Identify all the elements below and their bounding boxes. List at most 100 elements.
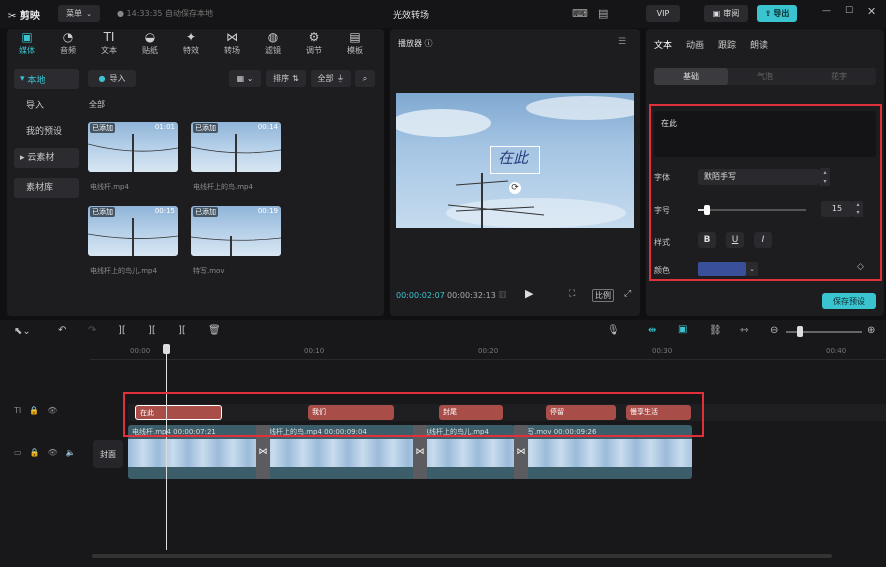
inspector-tabs: 文本 动画 跟踪 朗读 — [654, 38, 768, 51]
save-preset-button[interactable]: 保存预设 — [822, 293, 876, 309]
autosave-text: 14:33:35 自动保存本地 — [126, 9, 214, 18]
close-icon[interactable]: ✕ — [867, 5, 876, 18]
import-label: 导入 — [109, 74, 126, 83]
player-menu-icon[interactable]: ☰ — [618, 37, 626, 47]
maximize-icon[interactable]: ☐ — [845, 6, 853, 16]
inspector-highlight-box — [649, 104, 882, 281]
tab-animation[interactable]: 动画 — [686, 38, 704, 51]
player-title-text: 播放器 — [398, 39, 422, 48]
filter-icon: ◍ — [267, 30, 279, 44]
section-title: 全部 — [89, 100, 105, 109]
microphone-icon[interactable]: 🎙 — [607, 325, 620, 337]
main-track-link-icon[interactable]: ⇹ — [648, 325, 656, 337]
timeline-scrollbar[interactable] — [92, 554, 832, 558]
preview-canvas[interactable]: 在此 ⟳ — [396, 93, 634, 228]
preview-axis-icon[interactable]: ⇿ — [740, 325, 748, 337]
menu-button[interactable]: 菜单 ⌄ — [58, 5, 100, 22]
play-icon[interactable]: ▶ — [525, 287, 533, 300]
sort-button[interactable]: 排序 ⇅ — [266, 70, 306, 87]
sort-label: 排序 — [273, 74, 290, 83]
expand-icon[interactable]: ⤢ — [624, 289, 631, 299]
tool-effects[interactable]: ✦ 特效 — [173, 30, 209, 56]
text-overlay-box[interactable]: 在此 — [490, 146, 540, 174]
tab-read-aloud[interactable]: 朗读 — [750, 38, 768, 51]
effects-icon: ✦ — [185, 30, 197, 44]
tool-filter[interactable]: ◍ 滤镜 — [255, 30, 291, 56]
filter-button[interactable]: 全部 ⏚ — [311, 70, 351, 87]
tool-template[interactable]: ▤ 模板 — [337, 30, 373, 56]
lock-icon[interactable]: 🔒 — [30, 448, 40, 457]
undo-icon[interactable]: ↶ — [58, 325, 66, 337]
tool-transition[interactable]: ⋈ 转场 — [214, 30, 250, 56]
chevron-down-icon: ⌄ — [86, 9, 92, 18]
ratio-button[interactable]: 比例 — [592, 289, 614, 302]
rotate-handle-icon[interactable]: ⟳ — [509, 182, 521, 194]
media-thumbnail[interactable]: 已添加 00:15 — [88, 206, 178, 256]
autosave-status: ● 14:33:35 自动保存本地 — [117, 8, 213, 19]
added-badge: 已添加 — [90, 123, 115, 133]
timeline-toolbar: ⬉⌄ ↶ ↷ ][ ][ ][ 🗑 🎙 ⇹ ▣ ⛓ ⇿ ⊖ ⊕ — [0, 320, 886, 344]
zoom-slider-handle[interactable] — [797, 326, 803, 337]
player-panel: 播放器 ⓘ ☰ 在此 ⟳ 00:00:02:07 00:00:32:13 ▥ ▶… — [390, 29, 640, 316]
tool-adjust[interactable]: ⚙ 调节 — [296, 30, 332, 56]
subtab-basic[interactable]: 基础 — [654, 68, 728, 85]
split-left-icon[interactable]: ][ — [148, 325, 156, 337]
tab-text[interactable]: 文本 — [654, 38, 672, 51]
delete-icon[interactable]: 🗑 — [208, 325, 221, 337]
magnet-icon[interactable]: ▣ — [678, 324, 687, 336]
total-time: 00:00:32:13 — [447, 291, 496, 300]
media-thumbnail[interactable]: 已添加 01:01 — [88, 122, 178, 172]
cover-button[interactable]: 封面 — [93, 440, 123, 468]
split-icon[interactable]: ][ — [118, 325, 126, 337]
audio-icon: ◔ — [62, 30, 74, 44]
tool-text[interactable]: TI 文本 — [91, 30, 127, 56]
eye-icon[interactable]: 👁 — [48, 448, 58, 457]
sidebar-item-import[interactable]: 导入 — [14, 96, 79, 116]
added-badge: 已添加 — [193, 207, 218, 217]
time-ruler: 00:00 00:10 00:20 00:30 00:40 — [90, 344, 886, 360]
tool-label: 转场 — [224, 46, 240, 55]
media-icon: ▣ — [21, 30, 33, 44]
sidebar-item-library[interactable]: 素材库 — [14, 178, 79, 198]
timeline-area: 00:00 00:10 00:20 00:30 00:40 TI 🔒 👁 ▭ 🔒 👁 🔈 封面 在… — [0, 344, 886, 567]
media-thumbnail[interactable]: 已添加 00:14 — [191, 122, 281, 172]
cursor-icon[interactable]: ⬉⌄ — [14, 326, 31, 338]
sticker-icon: ◒ — [144, 30, 156, 44]
current-time: 00:00:02:07 — [396, 291, 445, 300]
keyboard-icon[interactable]: ⌨ — [572, 7, 588, 20]
tool-label: 文本 — [101, 46, 117, 55]
zoom-out-icon[interactable]: ⊖ — [770, 325, 778, 337]
subtab-fancy-text[interactable]: 花字 — [802, 68, 876, 85]
playhead[interactable] — [166, 344, 167, 550]
tool-media[interactable]: ▣ 媒体 — [9, 30, 45, 56]
export-button[interactable]: ⇪ 导出 — [757, 5, 797, 22]
view-toggle[interactable]: ▦ ⌄ — [229, 70, 261, 87]
capcut-logo-icon: ✂ — [8, 11, 17, 22]
review-button[interactable]: ▣ 审阅 — [704, 5, 748, 22]
playhead-handle[interactable] — [163, 344, 170, 354]
split-right-icon[interactable]: ][ — [178, 325, 186, 337]
audio-icon[interactable]: 🔈 — [66, 448, 76, 457]
subtab-bubble[interactable]: 气泡 — [728, 68, 802, 85]
review-label: 审阅 — [723, 9, 740, 18]
link-icon[interactable]: ⛓ — [709, 325, 722, 337]
sidebar-item-cloud[interactable]: ▸ 云素材 — [14, 148, 79, 168]
search-button[interactable]: ⌕ — [355, 70, 375, 87]
resource-toolbar: ▣ 媒体 ◔ 音频 TI 文本 ◒ 贴纸 ✦ 特效 ⋈ 转场 ◍ 滤镜 ⚙ 调节 ▤ 模板 — [9, 30, 373, 56]
import-button[interactable]: ● 导入 — [88, 70, 136, 87]
zoom-in-icon[interactable]: ⊕ — [867, 325, 875, 337]
layout-icon[interactable]: ▤ — [598, 7, 608, 20]
tool-sticker[interactable]: ◒ 贴纸 — [132, 30, 168, 56]
minimize-icon[interactable]: — — [822, 6, 831, 16]
tool-audio[interactable]: ◔ 音频 — [50, 30, 86, 56]
sidebar-item-my-presets[interactable]: 我的预设 — [14, 122, 79, 142]
vip-badge[interactable]: VIP — [646, 5, 680, 22]
sidebar-item-local[interactable]: ▾ 本地 — [14, 69, 79, 89]
transition-icon: ⋈ — [226, 30, 238, 44]
media-thumbnail[interactable]: 已添加 00:19 — [191, 206, 281, 256]
media-filename: 电线杆上的鸟.mp4 — [193, 183, 253, 191]
tab-tracking[interactable]: 跟踪 — [718, 38, 736, 51]
fullscreen-crop-icon[interactable]: ⛶ — [569, 289, 575, 299]
redo-icon: ↷ — [88, 325, 97, 336]
search-icon: ⌕ — [362, 73, 368, 83]
